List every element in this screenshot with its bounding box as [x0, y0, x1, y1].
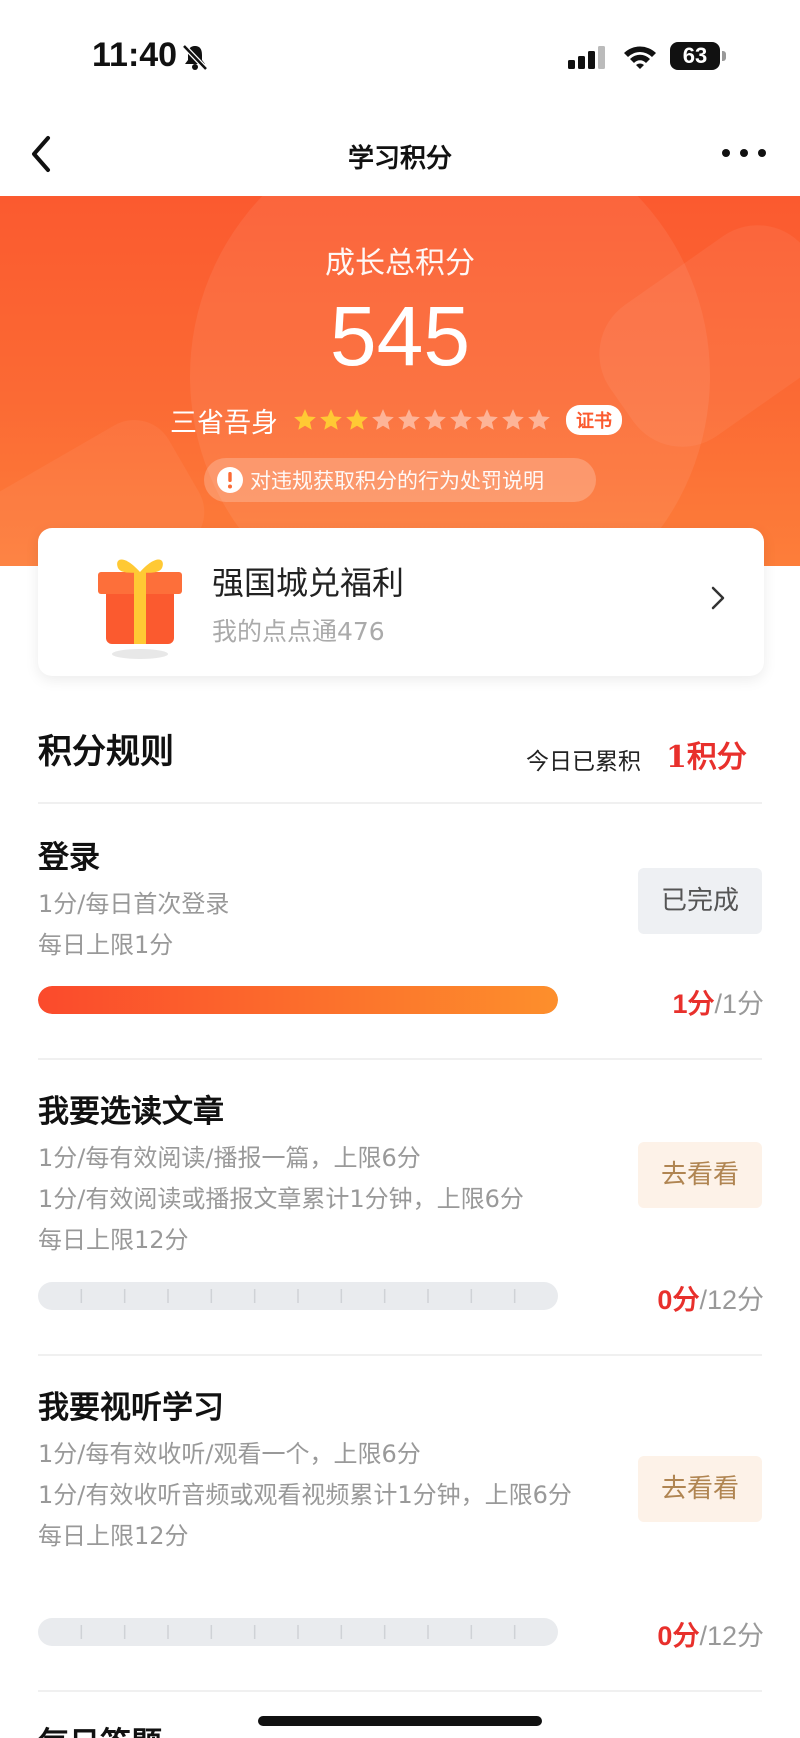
welfare-card[interactable]: 强国城兑福利 我的点点通476 [38, 528, 764, 676]
progress-bar [38, 1282, 558, 1310]
rule-description: 1分/每有效阅读/播报一篇，上限6分 1分/有效阅读或播报文章累计1分钟，上限6… [38, 1138, 628, 1261]
status-time: 11:40 [92, 36, 178, 74]
star-empty-icon [372, 409, 394, 430]
go-watch-button[interactable]: 去看看 [638, 1456, 762, 1522]
score-hero: 成长总积分 545 三省吾身 证书 对违规获取积分的行为处罚说明 [0, 196, 800, 566]
certificate-button[interactable]: 证书 [566, 405, 622, 435]
star-empty-icon [424, 409, 446, 430]
violation-notice-text: 对违规获取积分的行为处罚说明 [250, 469, 544, 493]
bell-muted-icon [182, 44, 208, 71]
star-empty-icon [502, 409, 524, 430]
score-limit: /1分 [714, 989, 764, 1019]
welfare-title: 强国城兑福利 [212, 564, 405, 602]
rank-stars [292, 407, 552, 433]
rule-desc-line: 1分/每日首次登录 [38, 890, 230, 918]
progress-ticks [80, 1289, 516, 1303]
rule-title: 我要视听学习 [38, 1390, 224, 1426]
star-empty-icon [528, 409, 550, 430]
rule-score: 0分/12分 [657, 1278, 764, 1317]
rank-row: 三省吾身 证书 [170, 402, 622, 439]
divider [38, 802, 762, 804]
alert-icon [217, 467, 243, 493]
total-score-value: 545 [329, 289, 471, 383]
home-indicator [258, 1716, 542, 1726]
gift-icon [98, 559, 182, 659]
rank-name: 三省吾身 [170, 407, 278, 439]
rule-score: 1分/1分 [672, 982, 764, 1021]
rule-desc-line: 1分/每有效收听/观看一个，上限6分 [38, 1440, 421, 1468]
total-score-label: 成长总积分 [325, 246, 475, 281]
star-filled-icon [320, 409, 342, 430]
nav-bar: 学习积分 [0, 110, 800, 196]
rules-section-title: 积分规则 [38, 732, 174, 772]
score-earned: 1分 [672, 989, 715, 1019]
violation-notice-link[interactable]: 对违规获取积分的行为处罚说明 [204, 458, 596, 502]
rule-title: 我要选读文章 [38, 1094, 224, 1130]
rule-description: 1分/每有效收听/观看一个，上限6分 1分/有效收听音频或观看视频累计1分钟，上… [38, 1434, 634, 1557]
divider [38, 1354, 762, 1356]
divider [38, 1690, 762, 1692]
status-bar: 11:40 63 [0, 0, 800, 110]
divider [38, 1058, 762, 1060]
rule-item-reading: 我要选读文章 1分/每有效阅读/播报一篇，上限6分 1分/有效阅读或播报文章累计… [38, 1086, 764, 1336]
star-filled-icon [294, 409, 316, 430]
score-earned: 0分 [657, 1621, 700, 1651]
star-filled-icon [346, 409, 368, 430]
star-empty-icon [398, 409, 420, 430]
points-balance: 我的点点通476 [212, 617, 385, 646]
score-earned: 0分 [657, 1285, 700, 1315]
score-limit: /12分 [699, 1285, 764, 1315]
rule-desc-line: 每日上限1分 [38, 931, 174, 959]
page-title: 学习积分 [347, 144, 452, 174]
progress-bar [38, 1618, 558, 1646]
rule-item-audiovisual: 我要视听学习 1分/每有效收听/观看一个，上限6分 1分/有效收听音频或观看视频… [38, 1382, 764, 1672]
today-total-label: 今日已累积 [526, 749, 641, 775]
star-empty-icon [450, 409, 472, 430]
rule-desc-line: 1分/每有效阅读/播报一篇，上限6分 [38, 1144, 421, 1172]
rule-title: 登录 [38, 840, 100, 876]
signal-icon [568, 46, 605, 69]
rule-title: 每日答题 [38, 1718, 162, 1738]
battery-cap [722, 51, 726, 61]
completed-button[interactable]: 已完成 [638, 868, 762, 934]
rule-item-login: 登录 1分/每日首次登录 每日上限1分 已完成 1分/1分 [38, 832, 764, 1032]
rule-desc-line: 每日上限12分 [38, 1522, 189, 1550]
today-total-value: 1积分 [666, 740, 747, 775]
more-icon[interactable] [720, 146, 768, 160]
rule-score: 0分/12分 [657, 1614, 764, 1653]
battery-indicator: 63 [670, 42, 720, 70]
score-limit: /12分 [699, 1621, 764, 1651]
progress-fill [38, 986, 558, 1014]
rule-desc-line: 1分/有效阅读或播报文章累计1分钟，上限6分 [38, 1185, 524, 1213]
chevron-right-icon [711, 586, 725, 610]
rule-desc-line: 1分/有效收听音频或观看视频累计1分钟，上限6分 [38, 1481, 572, 1509]
progress-bar [38, 986, 558, 1014]
star-empty-icon [476, 409, 498, 430]
progress-ticks [80, 1625, 516, 1639]
rule-desc-line: 每日上限12分 [38, 1226, 189, 1254]
wifi-icon [624, 46, 656, 69]
rule-description: 1分/每日首次登录 每日上限1分 [38, 884, 628, 966]
go-read-button[interactable]: 去看看 [638, 1142, 762, 1208]
